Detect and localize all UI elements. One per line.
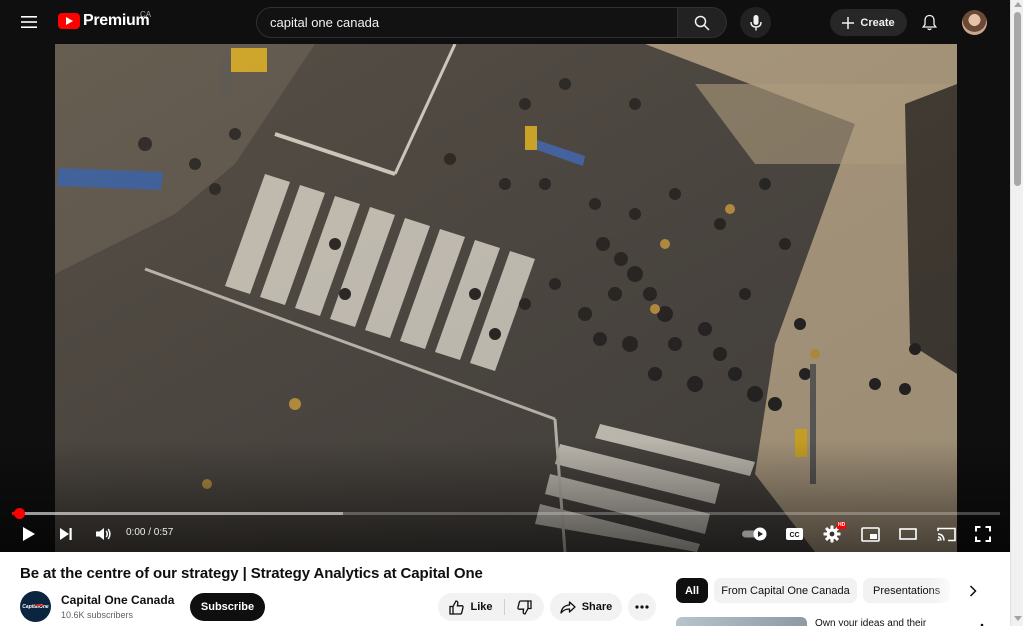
mute-button[interactable] bbox=[90, 520, 116, 548]
menu-button[interactable] bbox=[14, 8, 44, 36]
closed-captions-icon: CC bbox=[785, 528, 803, 540]
bell-icon bbox=[921, 14, 937, 30]
capital-one-swoosh-icon bbox=[34, 604, 44, 609]
thumbs-down-icon bbox=[517, 599, 532, 615]
create-label: Create bbox=[860, 16, 895, 29]
chip-all[interactable]: All bbox=[676, 578, 708, 603]
search-input[interactable] bbox=[270, 15, 677, 30]
like-label: Like bbox=[470, 601, 493, 613]
thumbs-up-icon bbox=[449, 599, 465, 615]
scrollbar-thumb[interactable] bbox=[1014, 12, 1021, 186]
player-controls: 0:00 / 0:57 CC HD bbox=[0, 520, 1010, 548]
search-box bbox=[256, 7, 678, 38]
hamburger-menu-icon bbox=[21, 16, 37, 28]
scroll-up-arrow-icon[interactable] bbox=[1014, 2, 1022, 7]
youtube-play-logo-icon bbox=[58, 13, 80, 29]
svg-text:CC: CC bbox=[789, 532, 799, 539]
progress-bar[interactable] bbox=[12, 508, 1000, 519]
recommendation-menu-button[interactable] bbox=[978, 618, 986, 626]
youtube-watch-page: Premium CA Create bbox=[0, 0, 1023, 626]
subscriber-count: 10.6K subscribers bbox=[61, 610, 134, 620]
progress-scrubber-handle[interactable] bbox=[13, 508, 25, 519]
fullscreen-icon bbox=[975, 526, 991, 542]
fullscreen-button[interactable] bbox=[969, 520, 997, 548]
next-button[interactable] bbox=[53, 520, 79, 548]
recommendation-title[interactable]: Own your ideas and their bbox=[815, 618, 926, 626]
chips-next-button[interactable] bbox=[960, 578, 985, 603]
autoplay-toggle-icon bbox=[742, 527, 767, 541]
voice-search-button[interactable] bbox=[740, 7, 771, 38]
channel-name-link[interactable]: Capital One Canada bbox=[61, 593, 174, 607]
chips-fade-overlay bbox=[930, 576, 960, 605]
like-dislike-group: Like bbox=[438, 593, 544, 621]
progress-buffered bbox=[12, 512, 343, 515]
hd-quality-badge: HD bbox=[837, 522, 847, 529]
autoplay-toggle[interactable] bbox=[740, 520, 770, 548]
chevron-right-icon bbox=[969, 584, 977, 597]
search-button[interactable] bbox=[677, 7, 727, 38]
create-button[interactable]: Create bbox=[830, 9, 907, 36]
recommendation-thumbnail[interactable] bbox=[676, 617, 807, 626]
volume-icon bbox=[95, 528, 111, 540]
play-button[interactable] bbox=[16, 520, 42, 548]
dislike-button[interactable] bbox=[505, 593, 544, 621]
plus-icon bbox=[842, 16, 855, 29]
share-button[interactable]: Share bbox=[550, 593, 622, 621]
youtube-premium-logo[interactable]: Premium CA bbox=[58, 10, 152, 30]
channel-avatar[interactable]: CapitalOne bbox=[20, 591, 51, 622]
skip-next-icon bbox=[60, 528, 72, 540]
cast-icon bbox=[936, 527, 956, 541]
more-actions-button[interactable] bbox=[628, 593, 656, 621]
miniplayer-button[interactable] bbox=[856, 520, 884, 548]
play-icon bbox=[23, 527, 35, 541]
microphone-icon bbox=[749, 14, 762, 30]
captions-button[interactable]: CC bbox=[780, 520, 808, 548]
account-avatar[interactable] bbox=[962, 10, 987, 35]
logo-region-code: CA bbox=[140, 10, 152, 19]
search-icon bbox=[694, 15, 710, 31]
video-title: Be at the centre of our strategy | Strat… bbox=[20, 565, 483, 582]
notifications-button[interactable] bbox=[916, 9, 942, 35]
masthead: Premium CA Create bbox=[0, 0, 1010, 44]
more-horizontal-icon bbox=[635, 605, 649, 609]
subscribe-button[interactable]: Subscribe bbox=[190, 593, 265, 621]
scroll-down-arrow-icon[interactable] bbox=[1014, 616, 1022, 621]
chip-from-channel[interactable]: From Capital One Canada bbox=[714, 578, 857, 603]
cast-button[interactable] bbox=[932, 520, 960, 548]
time-display: 0:00 / 0:57 bbox=[126, 527, 174, 538]
like-button[interactable]: Like bbox=[438, 593, 504, 621]
theater-mode-icon bbox=[899, 528, 917, 540]
page-scrollbar[interactable] bbox=[1010, 0, 1023, 626]
share-arrow-icon bbox=[560, 600, 576, 614]
share-label: Share bbox=[581, 601, 613, 613]
theater-mode-button[interactable] bbox=[894, 520, 922, 548]
miniplayer-icon bbox=[860, 526, 880, 542]
